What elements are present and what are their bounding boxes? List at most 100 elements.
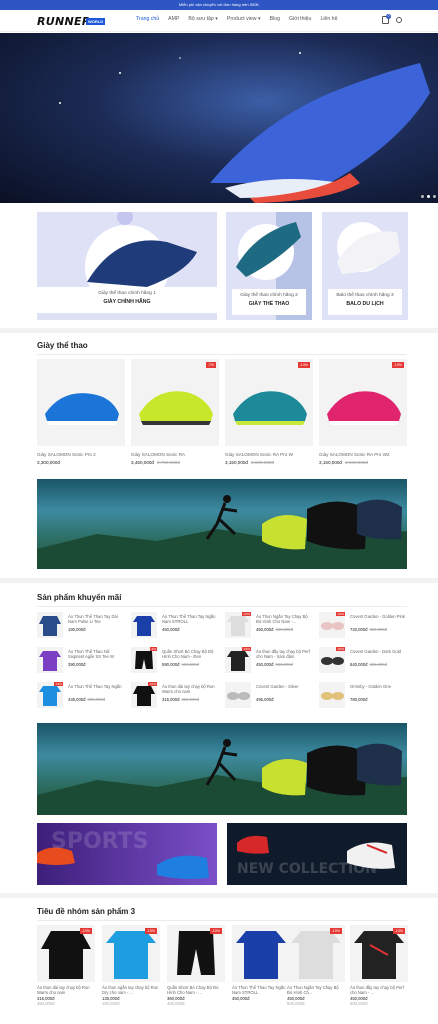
promo-image[interactable] — [319, 682, 345, 708]
promo-item[interactable]: Áo Thun Thể Thao Nữ Sixpriest Agile SS T… — [37, 647, 125, 673]
promo-name[interactable]: Áo thun đầy tay chạy bộ Perf cho Nam - X… — [256, 649, 314, 659]
product-image[interactable]: -10% — [287, 925, 345, 982]
slider-dot-active[interactable] — [427, 195, 430, 198]
promo-name[interactable]: Ormsby - Golden One — [350, 684, 408, 689]
product-name[interactable]: Áo Thun Thể Thao Tay Ngắn Nam STROLL — [232, 985, 290, 995]
product-name[interactable]: Giày SALOMON Sonic RA Pro W2 — [319, 452, 407, 457]
slider-dot[interactable] — [433, 195, 436, 198]
discount-badge: -10% — [209, 928, 222, 934]
nav-amp[interactable]: AMP — [168, 16, 179, 22]
promo-name[interactable]: Quần Short Bó Chạy Bộ Độ Hình Cho Nam - … — [162, 649, 220, 659]
new-collection-text: NEW COLLECTION — [237, 861, 377, 877]
promo-item[interactable]: -13% Áo Thun Thể Thao Tay Ngắn 435,000đ 5… — [37, 682, 125, 708]
discount-badge: -10% — [241, 647, 251, 651]
nav-collections[interactable]: Bộ sưu tập ▾ — [188, 16, 217, 22]
nav-product-view[interactable]: Product view ▾ — [227, 16, 261, 22]
promo-item[interactable]: -10% Áo thun dài tay chạy bộ Run Warm ch… — [131, 682, 219, 708]
product-image[interactable] — [232, 925, 290, 982]
promo-item[interactable]: Áo Thun Thể Thao Tay Ngắn Nam STROLL 450… — [131, 612, 219, 638]
product-image[interactable]: -10% — [102, 925, 160, 982]
promo-image[interactable] — [37, 647, 63, 673]
promo-name[interactable]: Áo Thun Thể Thao Tay Ngắn — [68, 684, 126, 689]
product-card[interactable]: -10% Giày SALOMON Sonic RA Pro W2 3,150,… — [319, 359, 407, 465]
promo-image[interactable] — [37, 612, 63, 638]
hero-slider[interactable] — [0, 33, 438, 203]
discount-badge: -14% — [297, 362, 310, 368]
product-name[interactable]: Giày SALOMON Sonic RA Pro W — [225, 452, 313, 457]
promo-image[interactable]: -9% — [131, 647, 157, 673]
slider-dot[interactable] — [421, 195, 424, 198]
promo-item[interactable]: -20% Covent Garden - Dark Gold 640,000đ 8… — [319, 647, 407, 673]
product-name[interactable]: Áo thun đầy tay chạy bộ Perf cho Nam - .… — [350, 985, 408, 995]
nav-contact[interactable]: Liên hệ — [320, 16, 337, 22]
wide-banner-1[interactable] — [37, 479, 407, 569]
promo-name[interactable]: Áo thun dài tay chạy bộ Run Warm cho nam — [162, 684, 220, 694]
product-name[interactable]: Giày SALOMON Sonic Pro 2 — [37, 452, 125, 457]
product-image[interactable]: -7% — [131, 359, 219, 446]
nav-home[interactable]: Trang chủ — [136, 16, 159, 22]
promo-image[interactable] — [225, 682, 251, 708]
promo-name[interactable]: Áo Thun Ngắn Tay Chạy Bộ Đủ Hình Cho Nam… — [256, 614, 314, 624]
site-header: RUNNER WORLD Trang chủ AMP Bộ sưu tập ▾ … — [0, 10, 438, 32]
promo-price: 640,000đ 800,000đ — [350, 662, 387, 667]
promo-price: 190,000đ — [68, 627, 86, 632]
product-price: 3,450,000đ 3,750,000đ — [131, 460, 180, 465]
banner-card-2[interactable]: Giày thể thao chính hãng 2 GIÀY THỂ THAO — [226, 212, 312, 320]
promo-item[interactable]: Áo Thun Thể Thao Tay Dài Nam Pulse Li Te… — [37, 612, 125, 638]
product-card[interactable]: -10% Áo thun dài tay chạy bộ Run Warm ch… — [37, 925, 95, 1006]
promo-name[interactable]: Covent Garden - Golden Pink — [350, 614, 408, 619]
new-collection-banner[interactable]: NEW COLLECTION — [227, 823, 407, 885]
section-line — [37, 606, 407, 607]
promo-item[interactable]: Covent Garden - Silver 495,000đ — [225, 682, 313, 708]
product-image[interactable]: -14% — [225, 359, 313, 446]
product-name[interactable]: Áo thun ngắn tay chạy bộ Run Dry cho nam… — [102, 985, 160, 995]
promo-image[interactable]: -13% — [37, 682, 63, 708]
slider-dots — [421, 195, 436, 198]
product-card[interactable]: Giày SALOMON Sonic Pro 2 3,300,000đ — [37, 359, 125, 465]
promo-image[interactable]: -10% — [131, 682, 157, 708]
product-card[interactable]: -10% Áo thun ngắn tay chạy bộ Run Dry ch… — [102, 925, 160, 1006]
promo-image[interactable]: -10% — [225, 612, 251, 638]
site-logo[interactable]: RUNNER — [37, 15, 91, 28]
product-card[interactable]: -7% Giày SALOMON Sonic RA 3,450,000đ 3,75… — [131, 359, 219, 465]
search-icon[interactable] — [396, 17, 402, 23]
product-card[interactable]: -10% Áo thun đầy tay chạy bộ Perf cho Na… — [350, 925, 408, 1006]
product-card[interactable]: Áo Thun Thể Thao Tay Ngắn Nam STROLL 450… — [232, 925, 290, 1001]
banner-card-1[interactable]: Giày thể thao chính hãng 1 GIÀY CHÍNH HÃ… — [37, 212, 217, 320]
promo-name[interactable]: Áo Thun Thể Thao Nữ Sixpriest Agile SS T… — [68, 649, 126, 659]
product-name[interactable]: Giày SALOMON Sonic RA — [131, 452, 219, 457]
product-image[interactable]: -10% — [319, 359, 407, 446]
product-price: 3,150,000đ 3,500,000đ — [319, 460, 368, 465]
promo-image[interactable] — [131, 612, 157, 638]
wide-banner-2[interactable] — [37, 723, 407, 815]
promo-image[interactable]: -20% — [319, 647, 345, 673]
promo-item[interactable]: Ormsby - Golden One 780,000đ — [319, 682, 407, 708]
product-name[interactable]: Áo Thun Ngắn Tay Chạy Bộ Đủ Hình Ch... — [287, 985, 345, 995]
product-card[interactable]: -14% Giày SALOMON Sonic RA Pro W 3,150,0… — [225, 359, 313, 465]
discount-badge: -7% — [205, 362, 216, 368]
promo-name[interactable]: Áo Thun Thể Thao Tay Ngắn Nam STROLL — [162, 614, 220, 624]
promo-item[interactable]: -10% Áo thun đầy tay chạy bộ Perf cho Na… — [225, 647, 313, 673]
product-card[interactable]: -10% Áo Thun Ngắn Tay Chạy Bộ Đủ Hình Ch… — [287, 925, 345, 1006]
promo-name[interactable]: Covent Garden - Dark Gold — [350, 649, 408, 654]
nav-about[interactable]: Giới thiệu — [289, 16, 311, 22]
product-old-price: 350,000đ — [37, 1001, 55, 1006]
promo-name[interactable]: Áo Thun Thể Thao Tay Dài Nam Pulse Li Te… — [68, 614, 126, 624]
product-image[interactable]: -10% — [350, 925, 408, 982]
product-image[interactable]: -10% — [37, 925, 95, 982]
product-name[interactable]: Áo thun dài tay chạy bộ Run Warm cho nam — [37, 985, 95, 995]
product-image[interactable]: -10% — [167, 925, 225, 982]
sports-banner[interactable]: SPORTS — [37, 823, 217, 885]
product-image[interactable] — [37, 359, 125, 446]
product-old-price: 500,000đ — [350, 1001, 368, 1006]
product-card[interactable]: -10% Quần Short Bó Chạy Bộ Đủ Hình Cho N… — [167, 925, 225, 1006]
promo-item[interactable]: -10% Covent Garden - Golden Pink 720,000… — [319, 612, 407, 638]
promo-image[interactable]: -10% — [319, 612, 345, 638]
promo-name[interactable]: Covent Garden - Silver — [256, 684, 314, 689]
banner-card-3[interactable]: Balo thể thao chính hãng 3 BALO DU LỊCH — [322, 212, 408, 320]
promo-item[interactable]: -10% Áo Thun Ngắn Tay Chạy Bộ Đủ Hình Ch… — [225, 612, 313, 638]
product-name[interactable]: Quần Short Bó Chạy Bộ Đủ Hình Cho Nam - … — [167, 985, 225, 995]
promo-item[interactable]: -9% Quần Short Bó Chạy Bộ Độ Hình Cho Na… — [131, 647, 219, 673]
promo-image[interactable]: -10% — [225, 647, 251, 673]
nav-blog[interactable]: Blog — [270, 16, 280, 22]
